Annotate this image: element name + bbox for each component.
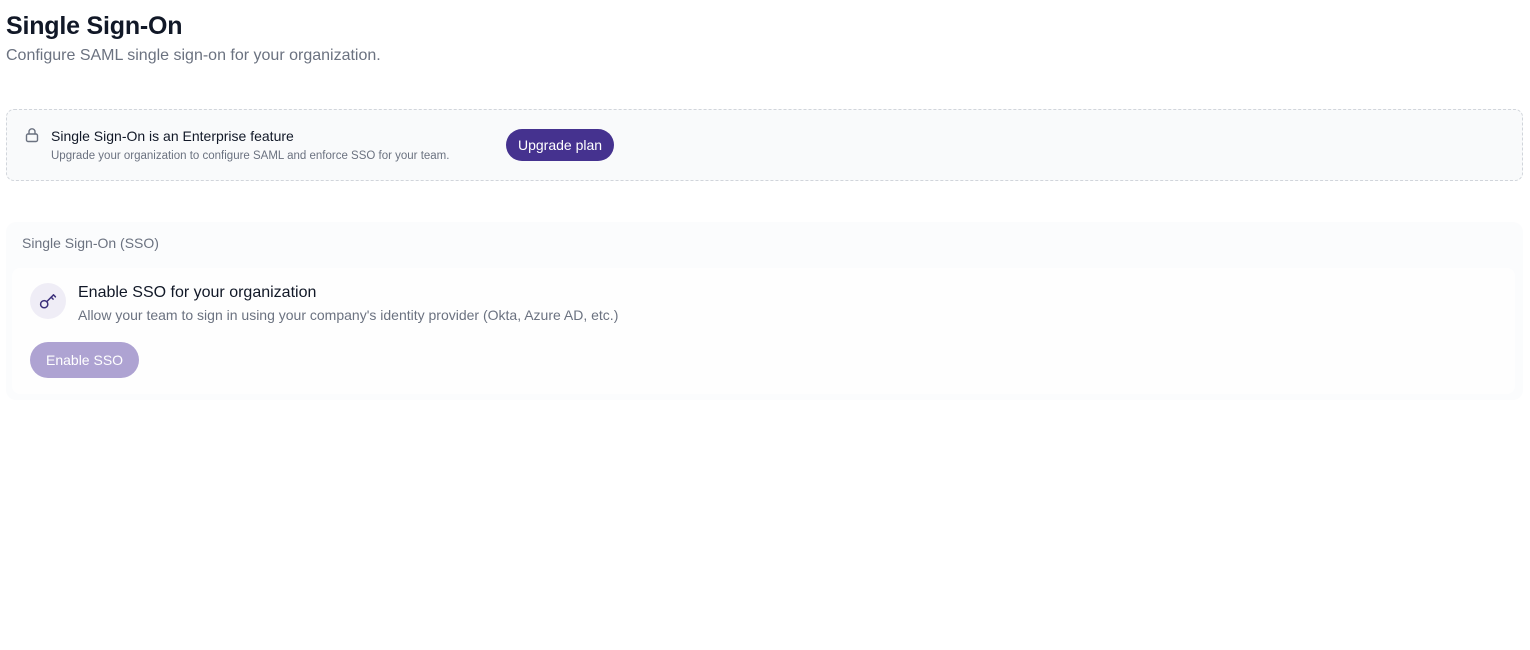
- key-icon: [39, 294, 57, 309]
- feature-title: Enable SSO for your organization: [78, 284, 317, 301]
- page-title: Single Sign-On: [6, 12, 183, 40]
- page-subtitle: Configure SAML single sign-on for your o…: [6, 47, 381, 64]
- notice-description: Upgrade your organization to configure S…: [51, 150, 450, 162]
- upgrade-plan-button[interactable]: Upgrade plan: [506, 129, 615, 161]
- sso-section: Single Sign-On (SSO) Enable SSO for your…: [6, 222, 1523, 400]
- enterprise-feature-notice: Single Sign-On is an Enterprise feature …: [6, 109, 1523, 181]
- key-icon-badge: [30, 283, 66, 319]
- sso-feature-card: Enable SSO for your organization Allow y…: [12, 268, 1515, 394]
- lock-icon: [24, 127, 40, 143]
- feature-description: Allow your team to sign in using your co…: [78, 307, 619, 323]
- sso-settings-page: Single Sign-On Configure SAML single sig…: [0, 0, 1530, 650]
- notice-title: Single Sign-On is an Enterprise feature: [51, 128, 294, 144]
- enable-sso-button[interactable]: Enable SSO: [30, 342, 140, 378]
- section-label: Single Sign-On (SSO): [22, 235, 159, 251]
